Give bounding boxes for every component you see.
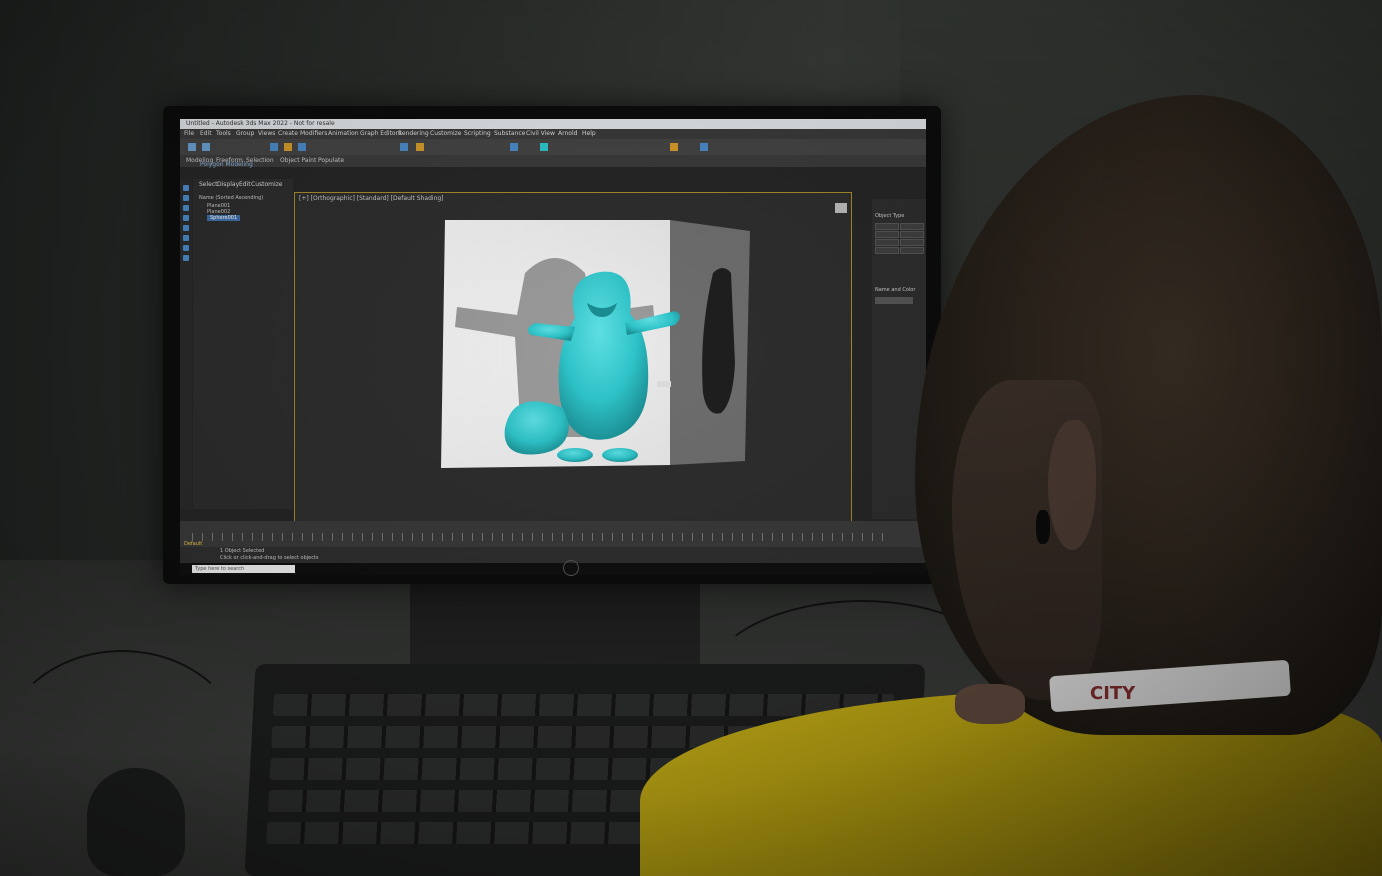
menu-animation[interactable]: Animation [328,130,359,137]
main-toolbar [180,139,926,156]
undo-icon [188,143,196,151]
object-name-field[interactable] [875,297,913,304]
menu-civil-view[interactable]: Civil View [526,130,555,137]
taskbar-search[interactable]: Type here to search [192,565,295,573]
tab-object-paint[interactable]: Object Paint [280,157,316,164]
redo-icon [202,143,210,151]
menu-modifiers[interactable]: Modifiers [300,130,327,137]
menu-bar: File Edit Tools Group Views Create Modif… [180,129,926,139]
create-button[interactable] [875,247,899,254]
move-icon [284,143,292,151]
menu-help[interactable]: Help [582,130,596,137]
screen: Untitled - Autodesk 3ds Max 2022 - Not f… [180,119,926,575]
explorer-tab-edit[interactable]: Edit [239,181,251,188]
filter-icon[interactable] [183,245,189,251]
viewport-scene [441,203,847,468]
menu-group[interactable]: Group [236,130,254,137]
menu-file[interactable]: File [184,130,194,137]
timeline-ticks[interactable] [192,533,892,541]
windows-taskbar: Type here to search [180,563,926,575]
hand [955,684,1025,724]
filter-icon[interactable] [183,215,189,221]
ribbon: Modeling Freeform Selection Object Paint… [180,155,926,168]
lanyard-text: CITY [1090,683,1136,704]
filter-icon[interactable] [183,255,189,261]
timeline[interactable] [180,521,926,547]
gizmo-label [657,381,671,387]
workspace-label[interactable]: Default [184,541,202,547]
snap-icon [400,143,408,151]
polygon-modeling-label[interactable]: Polygon Modeling [200,161,253,168]
object-type-label: Object Type [875,213,905,219]
window-title: Untitled - Autodesk 3ds Max 2022 - Not f… [186,120,335,127]
key-row [272,694,894,716]
tab-populate[interactable]: Populate [318,157,344,164]
earring [1036,510,1050,544]
photo-scene: Untitled - Autodesk 3ds Max 2022 - Not f… [0,0,1382,876]
scene-explorer-toolbar [180,179,192,509]
filter-icon[interactable] [183,225,189,231]
create-plane-button[interactable] [900,239,924,246]
toolbar-icons[interactable] [180,139,926,155]
menu-edit[interactable]: Edit [200,130,212,137]
filter-icon[interactable] [183,205,189,211]
viewcube-icon [835,203,847,213]
viewport[interactable]: [+] [Orthographic] [Standard] [Default S… [294,192,852,524]
menu-substance[interactable]: Substance [494,130,525,137]
menu-rendering[interactable]: Rendering [398,130,429,137]
filter-icon[interactable] [183,185,189,191]
selection-status: 1 Object Selected [220,548,265,554]
create-torus-button[interactable] [875,239,899,246]
window-titlebar: Untitled - Autodesk 3ds Max 2022 - Not f… [180,119,926,129]
create-button[interactable] [900,247,924,254]
menu-tools[interactable]: Tools [216,130,231,137]
prompt-hint: Click or click-and-drag to select object… [220,555,319,561]
mirror-icon [510,143,518,151]
material-editor-icon [540,143,548,151]
monitor: Untitled - Autodesk 3ds Max 2022 - Not f… [163,106,941,584]
select-icon [270,143,278,151]
scene-explorer: Select Display Edit Customize Name (Sort… [193,179,293,509]
filter-icon[interactable] [183,235,189,241]
filter-icon[interactable] [183,195,189,201]
render-icon [670,143,678,151]
explorer-tab-select[interactable]: Select [199,181,218,188]
angle-snap-icon [416,143,424,151]
hp-logo [563,560,579,576]
create-sphere-button[interactable] [875,223,899,230]
menu-arnold[interactable]: Arnold [558,130,577,137]
create-cylinder-button[interactable] [900,231,924,238]
rotate-icon [298,143,306,151]
status-bar: 1 Object Selected Click or click-and-dra… [180,541,926,563]
explorer-header[interactable]: Name (Sorted Ascending) [199,195,263,201]
name-color-label: Name and Color [875,287,916,293]
mouse [87,768,185,876]
create-box-button[interactable] [900,223,924,230]
render-setup-icon [700,143,708,151]
menu-graph-editors[interactable]: Graph Editors [360,130,401,137]
menu-create[interactable]: Create [278,130,298,137]
menu-customize[interactable]: Customize [430,130,462,137]
ear [1048,420,1096,550]
explorer-tab-customize[interactable]: Customize [251,181,283,188]
create-cone-button[interactable] [875,231,899,238]
list-item[interactable]: Sphere001 [207,215,241,221]
explorer-tab-display[interactable]: Display [217,181,239,188]
menu-views[interactable]: Views [258,130,275,137]
menu-scripting[interactable]: Scripting [464,130,491,137]
